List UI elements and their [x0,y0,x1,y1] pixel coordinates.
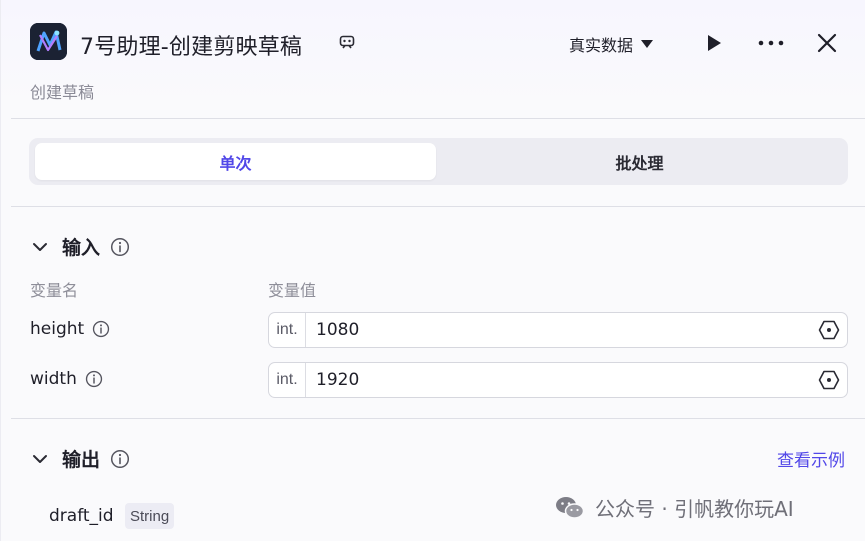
data-mode-label: 真实数据 [569,36,634,55]
robot-badge-icon[interactable] [338,33,356,51]
section-divider [11,418,865,419]
info-icon[interactable] [110,449,130,469]
page-subtitle: 创建草稿 [30,83,95,102]
tab-single[interactable]: 单次 [35,143,436,180]
watermark-text: 公众号 · 引帆教你玩AI [595,497,794,521]
width-input[interactable] [306,363,811,397]
page-title: 7号助理-创建剪映草稿 [80,35,303,60]
output-section-header[interactable]: 输出 [31,445,130,472]
caret-down-icon [641,40,654,48]
column-label-name: 变量名 [30,281,79,300]
watermark: 公众号 · 引帆教你玩AI [555,493,794,522]
close-icon [817,33,837,53]
variable-switch-button[interactable] [811,363,847,397]
variable-name-label: height [30,319,85,339]
column-label-value: 变量值 [268,281,317,300]
tabs-divider [11,206,865,207]
output-type-badge: String [125,503,175,529]
run-mode-tabs: 单次 批处理 [29,138,848,185]
tab-batch[interactable]: 批处理 [439,143,840,180]
output-variable-name: draft_id [49,506,114,526]
app-logo-icon [30,23,67,60]
close-button[interactable] [814,30,840,56]
output-section-title: 输出 [62,449,101,471]
view-example-link[interactable]: 查看示例 [777,446,845,471]
panel-header: 7号助理-创建剪映草稿 创建草稿 真实数据 [1,0,865,118]
height-input[interactable] [306,313,811,347]
hexagon-switch-icon [818,370,840,390]
play-icon [708,35,721,51]
info-icon[interactable] [110,237,130,257]
info-icon[interactable] [92,320,110,338]
variable-name-height: height [30,319,110,339]
type-badge: int. [269,313,306,347]
type-badge: int. [269,363,306,397]
info-icon[interactable] [85,370,103,388]
width-value-field: int. [268,362,848,398]
data-mode-select[interactable]: 真实数据 [569,32,654,56]
input-section-header[interactable]: 输入 [31,233,130,260]
hexagon-switch-icon [818,320,840,340]
variable-name-width: width [30,369,103,389]
wechat-icon [556,496,585,519]
variable-name-label: width [30,369,77,389]
header-divider [11,118,865,119]
chevron-down-icon [33,454,47,463]
test-run-panel: 7号助理-创建剪映草稿 创建草稿 真实数据 单次 批处理 输入 变量名 变量值 … [0,0,865,541]
variable-switch-button[interactable] [811,313,847,347]
input-section-title: 输入 [62,237,101,259]
more-button[interactable] [756,30,786,56]
run-button[interactable] [701,30,727,56]
more-dots-icon [758,40,784,46]
height-value-field: int. [268,312,848,348]
chevron-down-icon [33,242,47,251]
